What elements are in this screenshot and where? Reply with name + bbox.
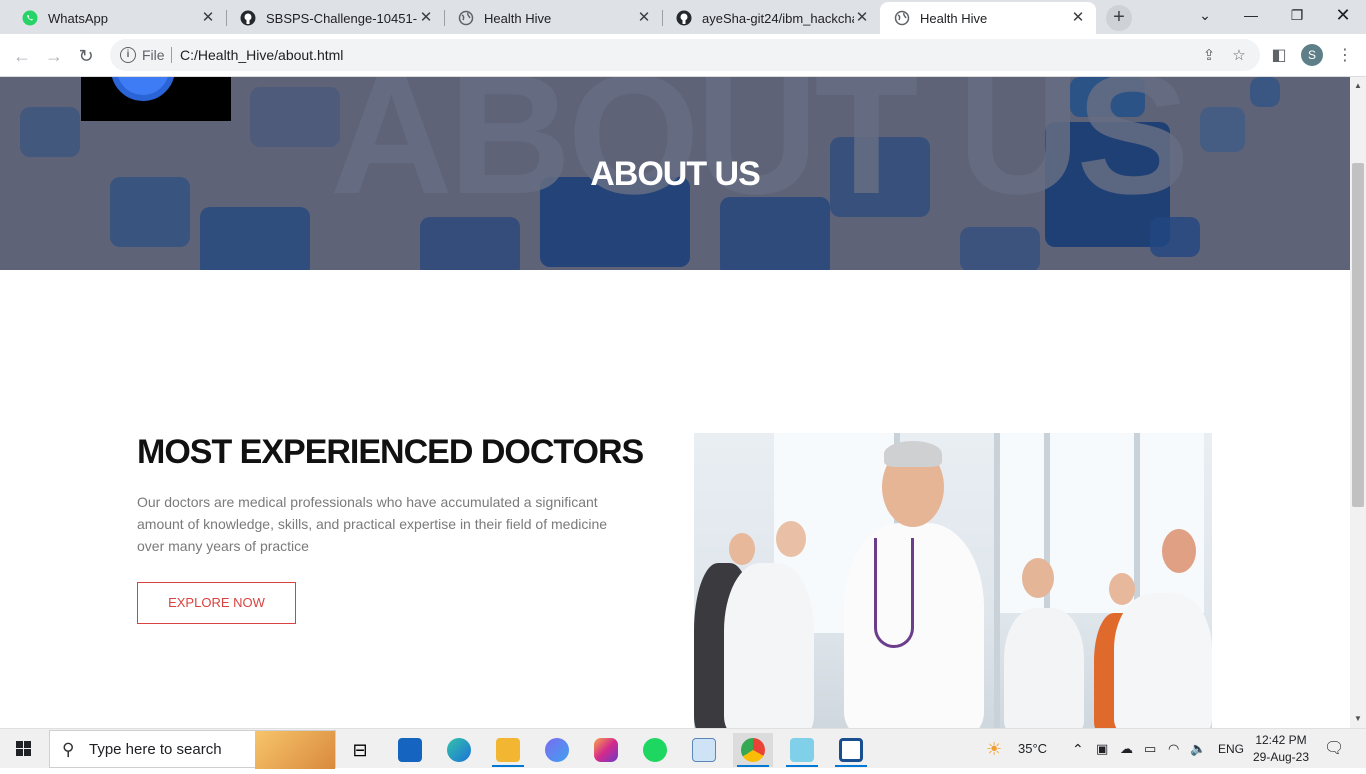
person-figure — [1114, 593, 1212, 728]
person-figure — [1004, 608, 1084, 728]
page-scrollbar[interactable]: ▲ ▼ — [1350, 77, 1366, 728]
section-description: Our doctors are medical professionals wh… — [137, 494, 608, 554]
language-indicator[interactable]: ENG — [1218, 729, 1244, 769]
search-highlight-art — [255, 731, 335, 769]
new-tab-button[interactable]: + — [1106, 5, 1132, 31]
scrollbar-thumb[interactable] — [1352, 163, 1364, 507]
app-icon[interactable] — [782, 733, 822, 767]
app-icon[interactable] — [537, 733, 577, 767]
side-panel-icon[interactable]: ◧ — [1268, 45, 1290, 67]
close-tab-icon[interactable]: ✕ — [418, 10, 434, 26]
scheme-label: File — [142, 47, 165, 63]
main-doctor-figure — [844, 523, 984, 728]
stethoscope-icon — [874, 538, 914, 648]
github-icon — [240, 10, 256, 26]
onedrive-icon[interactable]: ☁ — [1120, 729, 1133, 769]
tray-chevron-icon[interactable]: ⌃ — [1072, 729, 1084, 769]
notepad-icon[interactable] — [684, 733, 724, 767]
taskbar-search[interactable]: ⚲ Type here to search — [49, 730, 336, 769]
whatsapp-icon — [22, 10, 38, 26]
weather-icon[interactable]: ☀ — [986, 729, 1012, 769]
browser-toolbar: ← → ↻ i File C:/Health_Hive/about.html ⇪… — [0, 34, 1366, 77]
page-viewport: ABOUT US ABOUT US MOST EXPERIENCED DOCTO… — [0, 77, 1350, 728]
restore-button[interactable]: ❐ — [1274, 0, 1320, 32]
tab-health-hive-active[interactable]: Health Hive ✕ — [880, 2, 1096, 34]
taskbar-clock[interactable]: 12:42 PM 29-Aug-23 — [1246, 732, 1316, 766]
github-icon — [676, 10, 692, 26]
url-text[interactable]: C:/Health_Hive/about.html — [180, 47, 343, 63]
task-view-icon[interactable]: ⊟ — [340, 733, 380, 767]
tab-title: ayeSha-git24/ibm_hackchalle — [702, 10, 854, 26]
scroll-up-arrow-icon[interactable]: ▲ — [1350, 79, 1366, 93]
address-bar[interactable]: i File C:/Health_Hive/about.html ⇪ ☆ — [110, 39, 1260, 71]
forward-button[interactable]: → — [40, 42, 68, 70]
person-head — [1022, 558, 1054, 598]
section-title: MOST EXPERIENCED DOCTORS — [137, 433, 644, 471]
person-head — [729, 533, 755, 565]
mail-icon[interactable] — [390, 733, 430, 767]
page-title: ABOUT US — [590, 155, 761, 193]
close-tab-icon[interactable]: ✕ — [636, 10, 652, 26]
globe-icon — [894, 10, 910, 26]
address-divider — [171, 47, 172, 63]
close-window-button[interactable]: ✕ — [1320, 0, 1366, 32]
instagram-icon[interactable] — [586, 733, 626, 767]
person-head — [776, 521, 806, 557]
reload-button[interactable]: ↻ — [72, 42, 100, 70]
logo-circle-icon — [111, 77, 175, 101]
back-button[interactable]: ← — [8, 42, 36, 70]
notifications-icon[interactable]: 🗨 — [1324, 729, 1344, 769]
meet-now-icon[interactable]: ▣ — [1096, 729, 1108, 769]
tab-strip: WhatsApp ✕ SBSPS-Challenge-10451-Hea ✕ H… — [0, 0, 1366, 34]
explore-now-button[interactable]: EXPLORE NOW — [137, 582, 296, 624]
clock-time: 12:42 PM — [1255, 733, 1307, 747]
edge-icon[interactable] — [439, 733, 479, 767]
tab-health-hive[interactable]: Health Hive ✕ — [444, 2, 662, 34]
file-explorer-icon[interactable] — [488, 733, 528, 767]
tab-title: Health Hive — [484, 10, 552, 26]
weather-temp[interactable]: 35°C — [1018, 729, 1047, 769]
window-mullion — [994, 433, 1000, 728]
volume-icon[interactable]: 🔈 — [1190, 729, 1206, 769]
spotify-icon[interactable] — [635, 733, 675, 767]
tab-title: Health Hive — [920, 10, 988, 26]
tab-title: WhatsApp — [48, 10, 108, 26]
site-info-icon[interactable]: i — [120, 47, 136, 63]
site-logo[interactable] — [81, 77, 231, 121]
app-icon[interactable] — [831, 733, 871, 767]
clock-date: 29-Aug-23 — [1252, 750, 1310, 764]
search-placeholder: Type here to search — [89, 741, 222, 758]
doctors-photo — [694, 433, 1212, 728]
start-button[interactable] — [0, 729, 48, 769]
close-tab-icon[interactable]: ✕ — [200, 10, 216, 26]
minimize-button[interactable]: — — [1228, 0, 1274, 32]
search-icon: ⚲ — [62, 740, 75, 759]
person-head — [1109, 573, 1135, 605]
globe-icon — [458, 10, 474, 26]
profile-avatar[interactable]: S — [1301, 44, 1323, 66]
person-figure — [724, 563, 814, 728]
windows-taskbar: ⚲ Type here to search ⊟ ☀ 35°C ⌃ ▣ ☁ ▭ ◠… — [0, 728, 1366, 769]
bookmark-star-icon[interactable]: ☆ — [1230, 47, 1248, 65]
chrome-icon[interactable] — [733, 733, 773, 767]
close-tab-icon[interactable]: ✕ — [854, 10, 870, 26]
tab-ibm-hackchallenge[interactable]: ayeSha-git24/ibm_hackchalle ✕ — [662, 2, 880, 34]
tab-sbsps-challenge[interactable]: SBSPS-Challenge-10451-Hea ✕ — [226, 2, 444, 34]
main-doctor-hair — [884, 441, 942, 467]
menu-kebab-icon[interactable]: ⋮ — [1334, 45, 1356, 67]
windows-logo-icon — [16, 741, 31, 756]
share-icon[interactable]: ⇪ — [1200, 47, 1218, 65]
tab-title: SBSPS-Challenge-10451-Hea — [266, 10, 418, 26]
person-head — [1162, 529, 1196, 573]
tab-whatsapp[interactable]: WhatsApp ✕ — [8, 2, 226, 34]
scroll-down-arrow-icon[interactable]: ▼ — [1350, 712, 1366, 726]
battery-icon[interactable]: ▭ — [1144, 729, 1156, 769]
wifi-icon[interactable]: ◠ — [1168, 729, 1179, 769]
tab-search-chevron-icon[interactable]: ⌄ — [1182, 0, 1228, 32]
close-tab-icon[interactable]: ✕ — [1070, 10, 1086, 26]
